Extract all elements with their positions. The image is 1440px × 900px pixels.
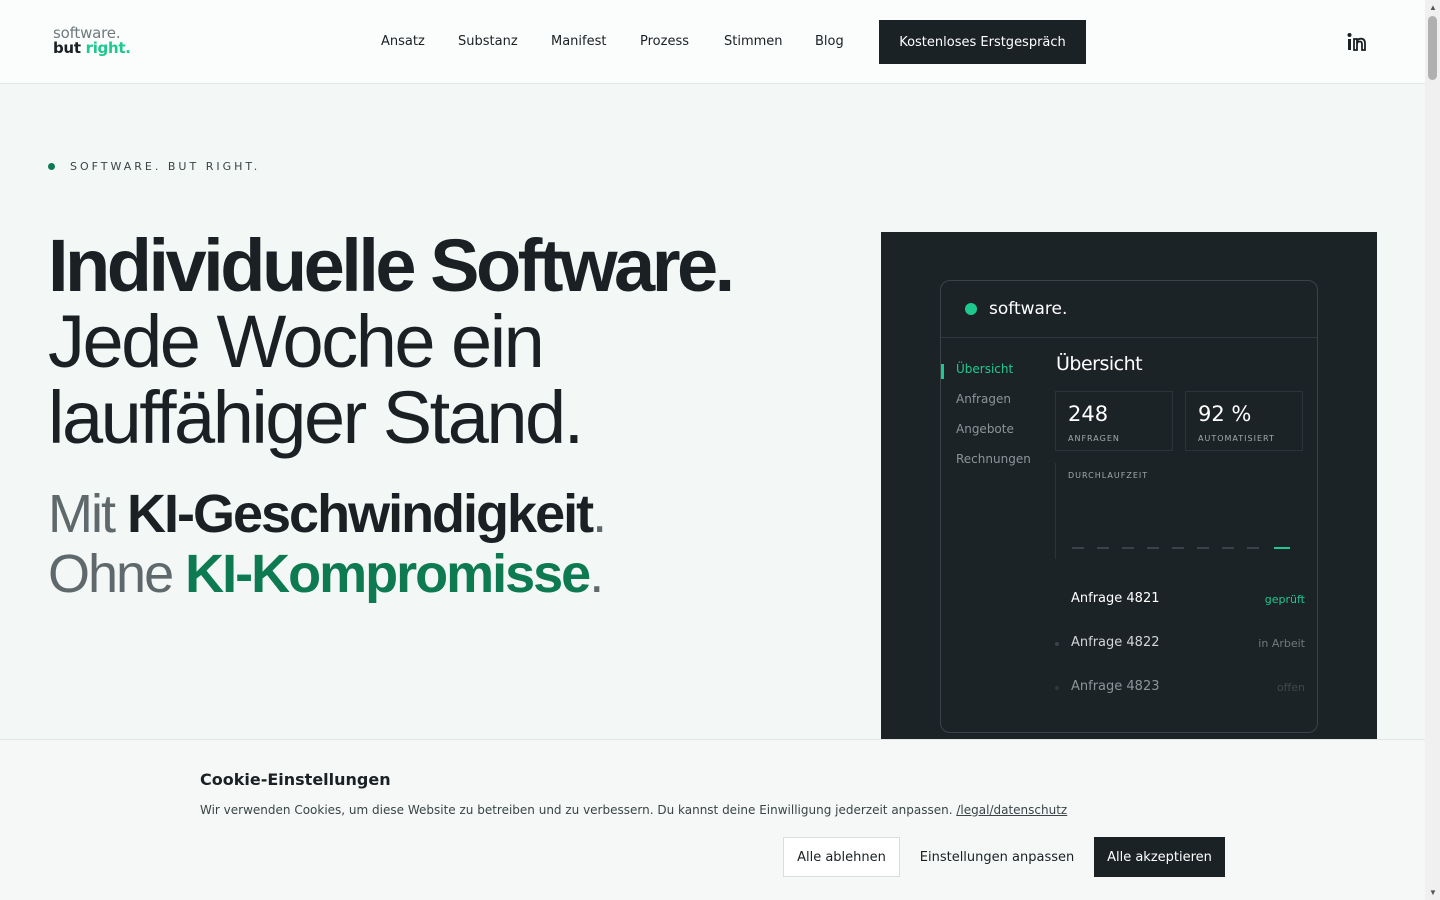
request-row: Anfrage 4822 in Arbeit <box>1055 629 1305 659</box>
request-name: Anfrage 4822 <box>1071 635 1160 650</box>
sub2-green: KI-Kompromisse <box>185 544 591 604</box>
stat-value: 92 % <box>1198 402 1252 426</box>
chart-bars <box>1072 547 1290 549</box>
dashboard-card-header: software. <box>941 281 1317 338</box>
site-header: software. but right. Ansatz Substanz Man… <box>0 0 1425 84</box>
dashboard-brand: software. <box>989 299 1068 319</box>
privacy-link[interactable]: /legal/datenschutz <box>956 803 1067 817</box>
stat-value: 248 <box>1068 402 1109 426</box>
request-status: in Arbeit <box>1258 637 1305 650</box>
eyebrow-text: SOFTWARE. BUT RIGHT. <box>70 160 261 173</box>
hero-subheadline: Mit KI-Geschwindigkeit. Ohne KI-Kompromi… <box>48 484 607 604</box>
stat-anfragen: 248 ANFRAGEN <box>1055 391 1173 451</box>
row-bullet-icon <box>1055 642 1059 646</box>
nav-manifest[interactable]: Manifest <box>551 34 606 49</box>
sidebar-item-anfragen: Anfragen <box>956 392 1011 406</box>
sub1-dot: . <box>592 484 607 544</box>
nav-blog[interactable]: Blog <box>815 34 844 49</box>
sidebar-item-rechnungen: Rechnungen <box>956 452 1031 466</box>
cookie-title: Cookie-Einstellungen <box>200 770 391 789</box>
sub1-strong: KI-Geschwindigkeit <box>127 484 594 544</box>
dashboard-card: software. Übersicht Anfragen Angebote Re… <box>940 280 1318 733</box>
logo[interactable]: software. but right. <box>53 26 131 56</box>
headline-line3: lauffähiger Stand. <box>48 376 584 459</box>
hero-headline: Individuelle Software. Jede Woche ein la… <box>48 228 848 456</box>
nav-stimmen[interactable]: Stimmen <box>724 34 783 49</box>
headline-line2: Jede Woche ein <box>48 300 545 383</box>
request-status: offen <box>1276 681 1305 694</box>
linkedin-icon[interactable] <box>1346 31 1368 53</box>
sidebar-active-indicator <box>941 364 944 379</box>
logo-line2: but right. <box>53 41 131 56</box>
cookie-banner: Cookie-Einstellungen Wir verwenden Cooki… <box>0 739 1425 900</box>
scroll-down-arrow-icon[interactable]: ▼ <box>1429 888 1437 897</box>
dashboard-sidebar: Übersicht Anfragen Angebote Rechnungen <box>941 338 1041 718</box>
stat-label: AUTOMATISIERT <box>1198 434 1275 443</box>
accept-all-button[interactable]: Alle akzeptieren <box>1094 837 1225 877</box>
sidebar-item-uebersicht: Übersicht <box>956 362 1014 376</box>
sub-line2: Ohne KI-Kompromisse. <box>48 544 605 604</box>
customize-settings-button[interactable]: Einstellungen anpassen <box>910 837 1084 877</box>
dashboard-preview-panel: software. Übersicht Anfragen Angebote Re… <box>881 232 1377 739</box>
scrollbar[interactable]: ▲ ▼ <box>1425 0 1440 900</box>
sidebar-item-angebote: Angebote <box>956 422 1014 436</box>
sub-line1: Mit KI-Geschwindigkeit. <box>48 484 607 544</box>
logo-line2-accent: right. <box>85 39 131 57</box>
sub1-muted: Mit <box>48 484 127 544</box>
request-name: Anfrage 4821 <box>1071 591 1160 606</box>
headline-line1: Individuelle Software. <box>48 224 735 307</box>
hero-eyebrow: SOFTWARE. BUT RIGHT. <box>48 160 260 173</box>
scroll-thumb[interactable] <box>1428 16 1437 80</box>
eyebrow-dot-icon <box>48 163 55 170</box>
nav-prozess[interactable]: Prozess <box>640 34 689 49</box>
cookie-text: Wir verwenden Cookies, um diese Website … <box>200 803 1067 817</box>
nav-substanz[interactable]: Substanz <box>458 34 518 49</box>
sub2-muted: Ohne <box>48 544 186 604</box>
row-bullet-icon <box>1055 686 1059 690</box>
logo-line2-a: but <box>53 39 86 57</box>
stat-automatisiert: 92 % AUTOMATISIERT <box>1185 391 1303 451</box>
request-status: geprüft <box>1264 593 1305 606</box>
nav-ansatz[interactable]: Ansatz <box>381 34 425 49</box>
request-row: Anfrage 4821 geprüft <box>1055 585 1305 615</box>
cookie-description: Wir verwenden Cookies, um diese Website … <box>200 803 957 817</box>
scroll-up-arrow-icon[interactable]: ▲ <box>1429 3 1437 12</box>
durchlaufzeit-chart: DURCHLAUFZEIT <box>1055 463 1303 559</box>
dashboard-title: Übersicht <box>1056 353 1143 375</box>
status-dot-icon <box>965 303 977 315</box>
decline-all-button[interactable]: Alle ablehnen <box>783 837 900 877</box>
request-name: Anfrage 4823 <box>1071 679 1160 694</box>
stat-label: ANFRAGEN <box>1068 434 1120 443</box>
cta-button[interactable]: Kostenloses Erstgespräch <box>879 20 1086 64</box>
request-row: Anfrage 4823 offen <box>1055 673 1305 703</box>
sub2-dot: . <box>589 544 604 604</box>
